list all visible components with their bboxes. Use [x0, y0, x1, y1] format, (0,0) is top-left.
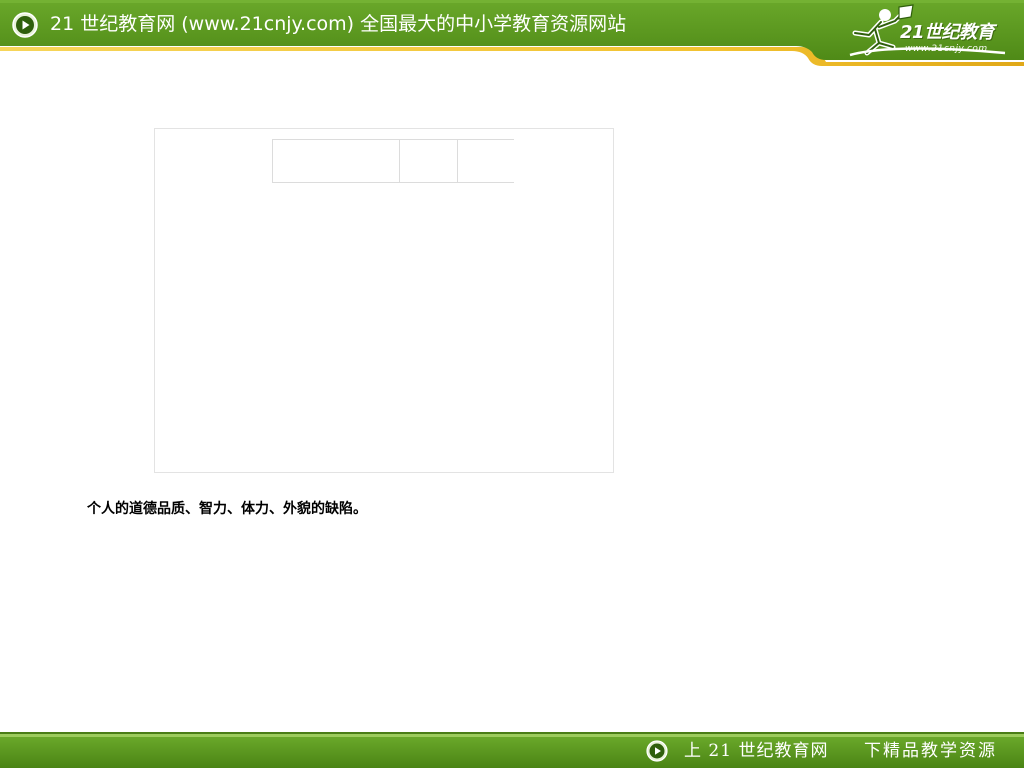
footer-right-text[interactable]: 下精品教学资源: [864, 739, 997, 763]
table-row: [272, 139, 514, 183]
logo-url: www.21cnjy.com: [905, 44, 988, 54]
footer-left-text[interactable]: 上 21 世纪教育网: [684, 739, 828, 763]
play-circle-icon[interactable]: [12, 12, 38, 38]
figure-table: [272, 139, 514, 183]
table-cell: [272, 139, 400, 183]
site-title: 21 世纪教育网 (www.21cnjy.com) 全国最大的中小学教育资源网站: [50, 13, 627, 35]
footer-bar: 上 21 世纪教育网 下精品教学资源: [0, 732, 1024, 768]
logo-text: 21世纪教育: [900, 22, 995, 43]
figure-frame: [154, 128, 614, 473]
play-circle-icon[interactable]: [646, 740, 668, 762]
caption-text: 个人的道德品质、智力、体力、外貌的缺陷。: [87, 501, 367, 517]
table-cell: [399, 139, 458, 183]
table-cell: [457, 139, 514, 183]
header-bar: 21 世纪教育网 (www.21cnjy.com) 全国最大的中小学教育资源网站…: [0, 0, 1024, 66]
